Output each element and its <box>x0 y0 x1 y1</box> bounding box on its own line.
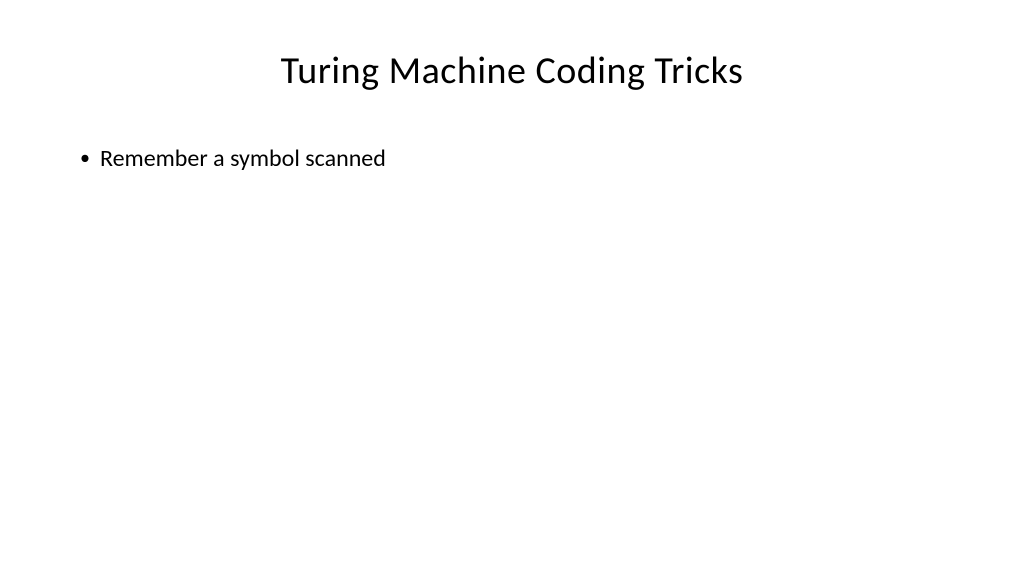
slide-title: Turing Machine Coding Tricks <box>72 48 952 94</box>
slide-content: • Remember a symbol scanned <box>72 142 952 176</box>
bullet-text: Remember a symbol scanned <box>100 142 386 176</box>
bullet-item: • Remember a symbol scanned <box>80 142 952 176</box>
bullet-dot-icon: • <box>80 142 90 174</box>
